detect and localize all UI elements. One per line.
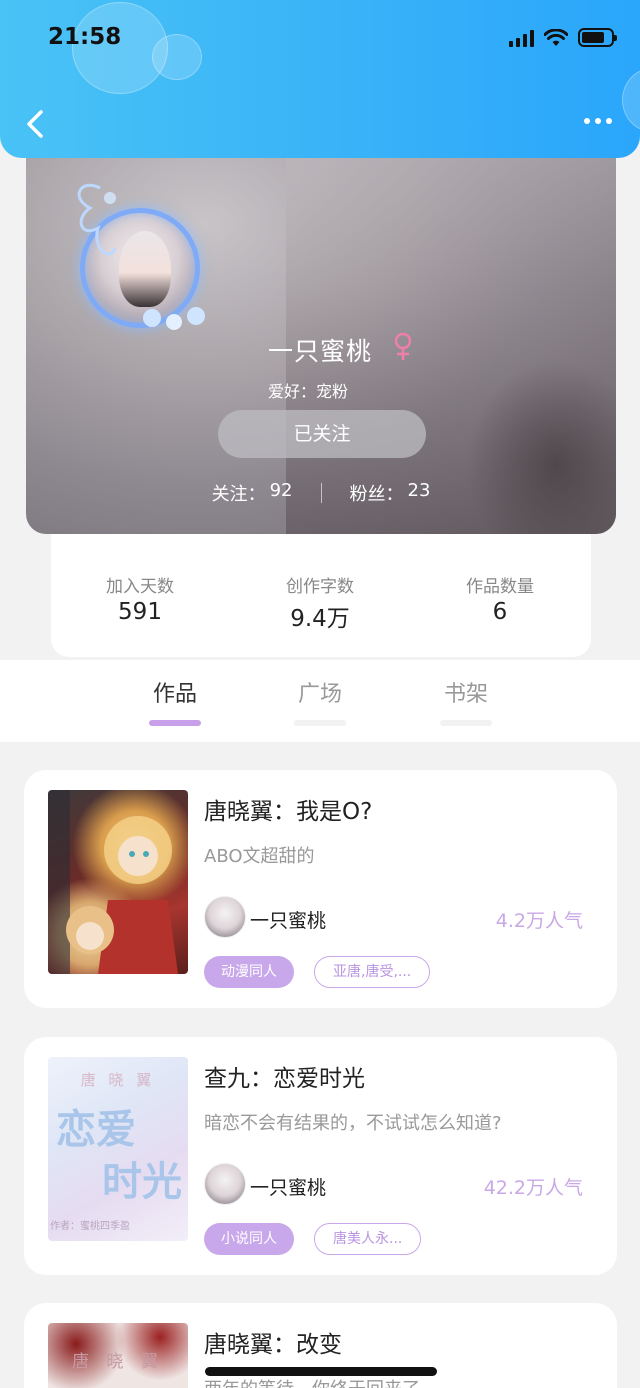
tab-indicator	[294, 720, 346, 726]
profile-name: 一只蜜桃	[268, 337, 373, 366]
app-header: 21:58	[0, 0, 640, 158]
keyword-tag[interactable]: 亚唐,唐受,...	[314, 956, 431, 988]
book-card[interactable]: 唐晓翼：我是O? ABO文超甜的 一只蜜桃 4.2万人气 动漫同人 亚唐,唐受,…	[24, 770, 617, 1008]
cover-series-text: 唐 晓 翼	[80, 1071, 156, 1089]
home-indicator[interactable]	[205, 1367, 437, 1376]
avatar[interactable]	[77, 183, 205, 330]
book-description: 暗恋不会有结果的，不试试怎么知道?	[204, 1113, 502, 1134]
tab-label: 广场	[297, 682, 342, 707]
book-card[interactable]: 唐 晓 翼 恋爱 时光 作者：蜜桃四季盈 查九：恋爱时光 暗恋不会有结果的，不试…	[24, 1037, 617, 1275]
stats-card: 加入天数 591 创作字数 9.4万 作品数量 6	[51, 520, 591, 657]
keyword-tag[interactable]: 唐美人永...	[314, 1223, 422, 1255]
category-tag[interactable]: 动漫同人	[204, 956, 294, 988]
fans-stat[interactable]: 粉丝： 23	[350, 480, 431, 506]
cover-title-text: 时光	[102, 1158, 182, 1205]
stat-label: 创作字数	[286, 577, 354, 597]
fans-label: 粉丝：	[349, 484, 404, 505]
stat-divider	[320, 483, 322, 503]
stat-value: 6	[492, 599, 508, 625]
stat-join-days: 加入天数 591	[80, 572, 200, 625]
follow-stats: 关注： 92 粉丝： 23	[26, 480, 616, 506]
tab-label: 书架	[443, 682, 488, 707]
book-cover-image[interactable]	[48, 790, 188, 974]
book-title: 唐晓翼：改变	[204, 1332, 342, 1358]
profile-card: 一只蜜桃 爱好：宠粉 已关注 关注： 92 粉丝： 23	[26, 120, 616, 534]
stat-value: 591	[118, 599, 162, 625]
stat-value: 9.4万	[290, 606, 350, 632]
flower-decoration-icon	[143, 307, 205, 330]
status-time: 21:58	[48, 24, 122, 50]
tab-bar: 作品 广场 书架	[0, 660, 640, 742]
tab-indicator	[440, 720, 492, 726]
author-avatar[interactable]	[204, 896, 246, 938]
cover-illustration	[48, 790, 178, 974]
cover-title-text: 恋爱	[56, 1106, 136, 1153]
stat-word-count: 创作字数 9.4万	[260, 572, 380, 633]
back-arrow-icon[interactable]	[22, 106, 52, 142]
book-description: ABO文超甜的	[204, 846, 315, 867]
author-avatar[interactable]	[204, 1163, 246, 1205]
tab-bookshelf[interactable]: 书架	[426, 676, 506, 726]
fans-count: 23	[407, 480, 431, 501]
category-tag[interactable]: 小说同人	[204, 1223, 294, 1255]
wifi-icon	[544, 28, 568, 46]
tab-label: 作品	[152, 682, 197, 707]
decorative-bubble	[622, 68, 640, 132]
stat-label: 加入天数	[106, 577, 174, 597]
tab-works[interactable]: 作品	[135, 676, 215, 726]
tab-indicator	[149, 720, 201, 726]
cover-author-text: 作者：蜜桃四季盈	[50, 1221, 130, 1232]
following-count: 92	[269, 480, 293, 501]
cover-series-text: 唐 晓 翼	[72, 1352, 164, 1372]
followed-button[interactable]: 已关注	[218, 410, 426, 458]
author-name: 一只蜜桃	[250, 910, 327, 932]
book-title: 唐晓翼：我是O?	[204, 799, 373, 825]
battery-icon	[578, 28, 617, 47]
following-stat[interactable]: 关注： 92	[212, 480, 293, 506]
book-description: 两年的等待，你终于回来了	[204, 1375, 420, 1388]
author-name: 一只蜜桃	[250, 1177, 327, 1199]
status-icons	[509, 28, 617, 47]
stat-label: 作品数量	[466, 577, 534, 597]
book-cover-image[interactable]: 唐 晓 翼	[48, 1323, 188, 1388]
fairy-frame-icon	[77, 183, 117, 256]
popularity-count: 42.2万人气	[483, 1177, 583, 1199]
book-cover-image[interactable]: 唐 晓 翼 恋爱 时光 作者：蜜桃四季盈	[48, 1057, 188, 1241]
profile-hobby: 爱好：宠粉	[268, 382, 349, 401]
female-gender-icon	[394, 332, 412, 360]
more-options-icon[interactable]	[584, 118, 612, 124]
following-label: 关注：	[211, 484, 266, 505]
tab-square[interactable]: 广场	[280, 676, 360, 726]
popularity-count: 4.2万人气	[495, 910, 583, 932]
book-title: 查九：恋爱时光	[204, 1066, 365, 1092]
decorative-bubble	[152, 34, 202, 80]
cellular-signal-icon	[509, 29, 534, 47]
stat-works-count: 作品数量 6	[440, 572, 560, 625]
